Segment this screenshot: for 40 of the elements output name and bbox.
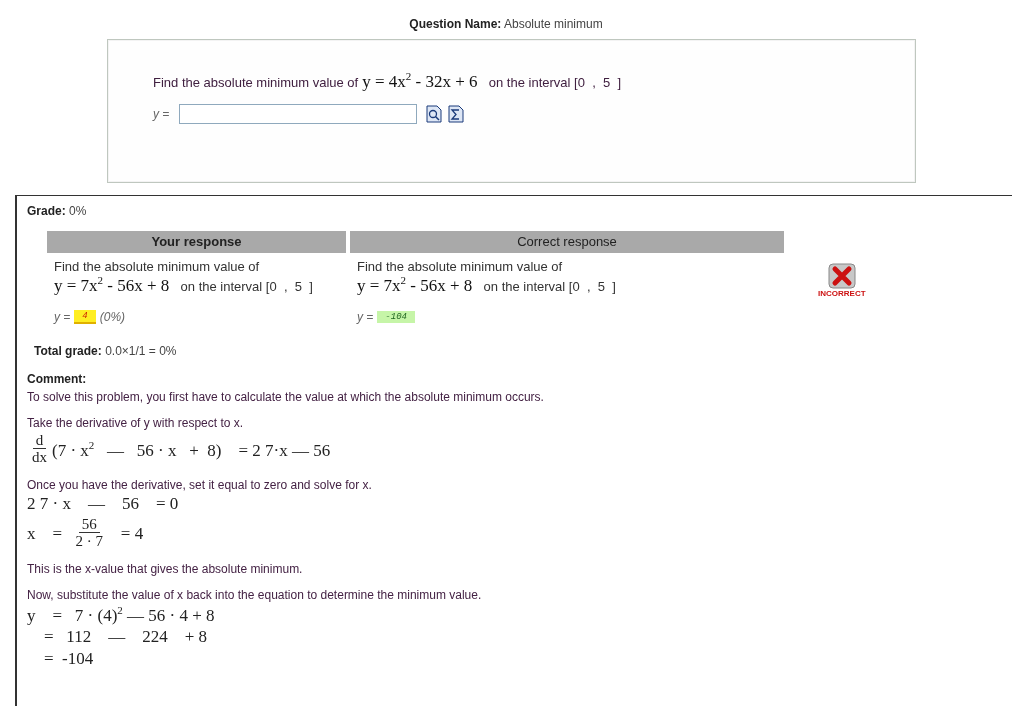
comment-text: Once you have the derivative, set it equal to zero and solve for x. (27, 477, 373, 492)
equation: y = 7x$^{2}$ - 56x + 8 (54, 274, 170, 296)
preview-icon[interactable] (426, 104, 443, 123)
math-line: 2 7 · x — 56 = 0 (27, 493, 180, 514)
interval-text: on the interval [0 , 5 ] (179, 278, 313, 294)
interval-text: on the interval [0 , 5 ] (487, 74, 622, 90)
math-line: = -104 (43, 649, 95, 670)
math-text: = 4 (119, 523, 144, 544)
math-text: (7 · x$^{2}$ — 56 · x + 8) = 2 7·x — 56 (52, 438, 331, 461)
grade-text: Grade: 0% (27, 204, 88, 218)
answer-field[interactable] (179, 103, 418, 124)
comment-label: Comment: (27, 371, 88, 386)
fraction: d dx (31, 431, 48, 466)
comment-text: This is the x-value that gives the absolute minimum. (27, 561, 304, 576)
score-text: (0%) (99, 309, 126, 324)
equation: y = 4x$^{2}$ - 32x + 6 (362, 70, 478, 92)
answer-value: 4 (74, 309, 96, 324)
comment-text: Now, substitute the value of x back into the equation to determine the minimum value. (27, 587, 483, 602)
answer-label: y = (54, 309, 71, 324)
math-text: x = (27, 523, 64, 544)
sigma-icon[interactable] (448, 104, 465, 123)
comment-text: Take the derivative of y with respect to x. (27, 415, 245, 430)
comment-text: To solve this problem, you first have to calculate the value at which the absolute minimum occurs. (27, 389, 545, 404)
column-header: Correct response (350, 231, 784, 253)
response-prompt: Find the absolute minimum value of (357, 259, 564, 274)
column-header: Your response (47, 231, 346, 253)
response-prompt: Find the absolute minimum value of (54, 259, 261, 274)
cross-icon (827, 263, 856, 289)
question-prompt: Find the absolute minimum value of (153, 74, 359, 90)
equation: y = 7x$^{2}$ - 56x + 8 (357, 274, 473, 296)
math-line: y = 7 · (4)$^{2}$ — 56 · 4 + 8 (27, 603, 216, 626)
question-name: Question Name: Absolute minimum (408, 17, 604, 31)
answer-label: y = (153, 106, 170, 121)
result-label: INCORRECT (818, 289, 866, 298)
interval-text: on the interval [0 , 5 ] (482, 278, 616, 294)
fraction: 56 2 · 7 (74, 515, 105, 550)
total-grade: Total grade: 0.0×1/1 = 0% (34, 343, 178, 358)
answer-value: -104 (377, 310, 415, 323)
answer-label: y = (357, 309, 374, 324)
math-line: = 112 — 224 + 8 (43, 627, 209, 648)
